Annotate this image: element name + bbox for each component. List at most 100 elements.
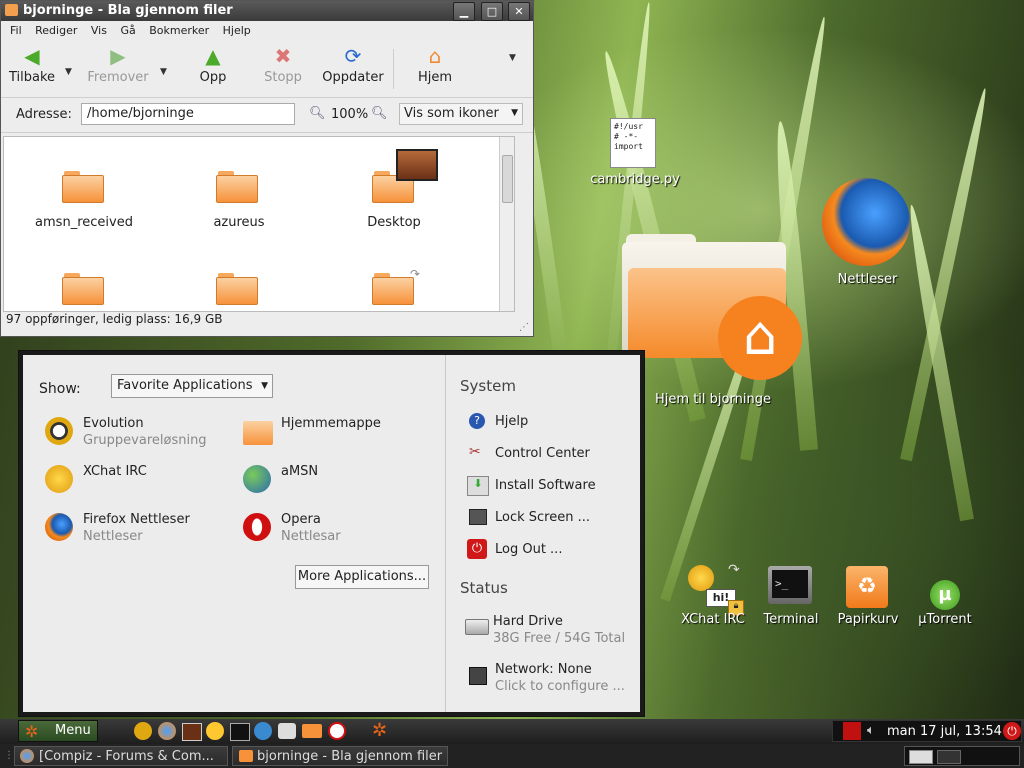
home-button[interactable]: ⌂ Hjem xyxy=(411,45,459,85)
firefox-icon[interactable] xyxy=(822,178,910,266)
menu-go[interactable]: Gå xyxy=(120,24,135,37)
task-file-manager[interactable]: bjorninge - Bla gjennom filer xyxy=(232,746,448,766)
xchat-launcher-icon[interactable] xyxy=(206,722,224,740)
app-name[interactable]: Firefox Nettleser xyxy=(83,512,190,527)
lock-screen-icon xyxy=(469,509,487,525)
folder-label[interactable]: amsn_received xyxy=(24,215,144,230)
close-button[interactable]: ✕ xyxy=(508,2,530,21)
show-label: Show: xyxy=(39,381,81,397)
desktop-icon-label[interactable]: Hjem til bjorninge xyxy=(640,392,786,407)
menu-help[interactable]: Hjelp xyxy=(223,24,251,37)
menu-view[interactable]: Vis xyxy=(91,24,107,37)
menu-button[interactable]: ✲ Menu xyxy=(18,720,98,742)
resize-grip-icon[interactable]: ⋰ xyxy=(519,322,529,333)
folder-icon[interactable] xyxy=(216,273,258,305)
app-description: Nettlesar xyxy=(281,529,341,544)
amsn-icon[interactable] xyxy=(243,465,271,493)
zoom-in-icon[interactable]: 🔍︎ xyxy=(371,106,388,121)
forward-button[interactable]: ▶ Fremover xyxy=(83,45,153,85)
trash-icon[interactable]: ♻ xyxy=(846,566,888,608)
folder-icon[interactable] xyxy=(62,273,104,305)
back-button[interactable]: ◀ Tilbake xyxy=(7,45,57,85)
opera-launcher-icon[interactable] xyxy=(328,722,346,740)
workspace-2[interactable] xyxy=(937,750,961,764)
hard-drive-label[interactable]: Hard Drive xyxy=(493,614,563,629)
desktop-icon-label[interactable]: Papirkurv xyxy=(832,612,904,627)
network-tray-icon[interactable] xyxy=(843,722,861,740)
network-hint: Click to configure ... xyxy=(495,679,625,694)
vertical-scrollbar[interactable] xyxy=(499,137,514,311)
up-arrow-icon: ▲ xyxy=(205,44,221,68)
reload-button[interactable]: ⟳ Oppdater xyxy=(319,45,387,85)
folder-icon[interactable] xyxy=(372,273,414,305)
ubuntu-logo-icon[interactable]: ✲ xyxy=(372,720,387,741)
amsn-launcher-icon[interactable] xyxy=(254,722,272,740)
stop-button[interactable]: ✖ Stopp xyxy=(259,45,307,85)
menu-bookmarks[interactable]: Bokmerker xyxy=(149,24,209,37)
xchat-icon[interactable] xyxy=(45,465,73,493)
panel-handle-icon[interactable]: ⋮ xyxy=(4,750,14,761)
system-item-log-out[interactable]: Log Out ... xyxy=(495,542,562,557)
task-browser[interactable]: [Compiz - Forums & Com... xyxy=(14,746,228,766)
system-item-lock-screen[interactable]: Lock Screen ... xyxy=(495,510,590,525)
network-label[interactable]: Network: None xyxy=(495,662,592,677)
back-dropdown-icon[interactable]: ▼ xyxy=(65,67,72,77)
minimize-button[interactable]: ▁ xyxy=(453,2,475,21)
app-name[interactable]: Evolution xyxy=(83,416,144,431)
maximize-button[interactable]: □ xyxy=(481,2,503,21)
xchat-smiley-icon[interactable] xyxy=(688,565,714,591)
home-emblem-icon: ⌂ xyxy=(718,296,802,380)
address-input[interactable]: /home/bjorninge xyxy=(81,103,295,125)
evolution-launcher-icon[interactable] xyxy=(134,722,152,740)
firefox-launcher-icon[interactable] xyxy=(158,722,176,740)
back-arrow-icon: ◀ xyxy=(24,44,40,68)
app-name[interactable]: aMSN xyxy=(281,464,318,479)
terminal-launcher-icon[interactable] xyxy=(230,723,250,741)
home-folder-icon[interactable] xyxy=(243,421,273,445)
image-viewer-launcher-icon[interactable] xyxy=(182,723,202,741)
symlink-emblem-icon: ↷ xyxy=(410,267,421,281)
system-item-control-center[interactable]: Control Center xyxy=(495,446,590,461)
window-titlebar[interactable]: bjorninge - Bla gjennom filer ▁ □ ✕ xyxy=(1,1,533,21)
folder-icon[interactable] xyxy=(216,171,258,203)
system-item-install-software[interactable]: Install Software xyxy=(495,478,596,493)
workspace-1[interactable] xyxy=(909,750,933,764)
system-item-help[interactable]: Hjelp xyxy=(495,414,528,429)
forward-dropdown-icon[interactable]: ▼ xyxy=(160,67,167,77)
more-applications-button[interactable]: More Applications... xyxy=(295,565,429,589)
volume-icon[interactable]: 🔈︎ xyxy=(867,723,875,738)
ubuntu-logo-icon: ✲ xyxy=(25,722,39,741)
scrollbar-thumb[interactable] xyxy=(502,155,513,203)
app-name[interactable]: XChat IRC xyxy=(83,464,147,479)
desktop-icon-label[interactable]: XChat IRC xyxy=(676,612,750,627)
folder-label[interactable]: azureus xyxy=(179,215,299,230)
folder-label[interactable]: Desktop xyxy=(334,215,454,230)
up-button[interactable]: ▲ Opp xyxy=(191,45,235,85)
toolbar-overflow-icon[interactable]: ▼ xyxy=(509,53,516,63)
opera-icon[interactable] xyxy=(243,513,271,541)
utorrent-icon[interactable]: µ xyxy=(930,580,960,610)
desktop-icon-label[interactable]: Nettleser xyxy=(820,272,915,287)
python-script-icon[interactable]: #!/usr # -*- import xyxy=(610,118,656,168)
view-mode-select[interactable]: Vis som ikoner ▼ xyxy=(399,103,523,125)
cd-launcher-icon[interactable] xyxy=(278,723,296,739)
folder-icon[interactable] xyxy=(62,171,104,203)
zoom-level[interactable]: 100% xyxy=(331,107,368,122)
firefox-icon[interactable] xyxy=(45,513,73,541)
desktop-icon-label[interactable]: Terminal xyxy=(758,612,824,627)
terminal-icon[interactable]: >_ xyxy=(768,566,812,604)
evolution-icon[interactable] xyxy=(45,417,73,445)
workspace-switcher[interactable] xyxy=(904,746,1020,766)
menu-edit[interactable]: Rediger xyxy=(35,24,77,37)
app-name[interactable]: Opera xyxy=(281,512,321,527)
desktop-icon-label[interactable]: cambridge.py xyxy=(580,172,690,187)
icon-view[interactable]: amsn_received azureus Desktop ↷ xyxy=(3,136,515,312)
home-folder-launcher-icon[interactable] xyxy=(302,724,322,738)
app-name[interactable]: Hjemmemappe xyxy=(281,416,381,431)
zoom-out-icon[interactable]: 🔍︎ xyxy=(309,106,326,121)
power-icon[interactable]: ⏻ xyxy=(1003,722,1021,740)
show-select[interactable]: Favorite Applications ▼ xyxy=(111,374,273,398)
menu-file[interactable]: Fil xyxy=(10,24,22,37)
desktop-icon-label[interactable]: µTorrent xyxy=(910,612,980,627)
clock[interactable]: man 17 jul, 13:54 xyxy=(887,724,1002,739)
